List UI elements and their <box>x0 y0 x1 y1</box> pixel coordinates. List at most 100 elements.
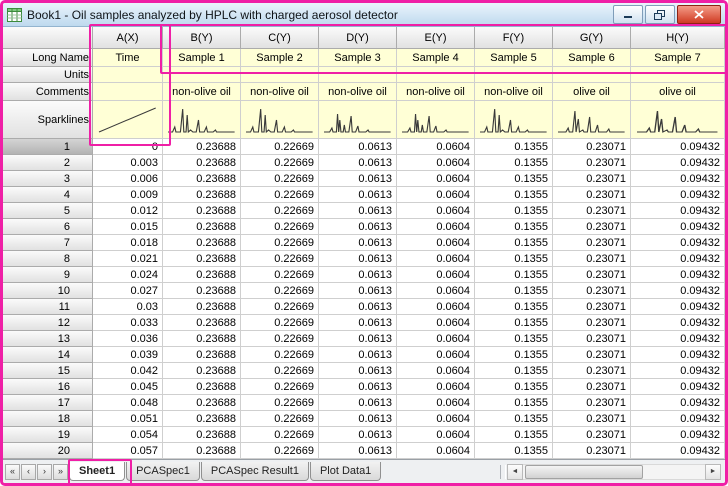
units-cell[interactable] <box>553 67 631 83</box>
data-cell[interactable]: 0.22669 <box>241 139 319 155</box>
data-cell[interactable]: 0.22669 <box>241 235 319 251</box>
tab-scrollbar-splitter[interactable] <box>500 464 506 479</box>
row-header[interactable]: 4 <box>3 187 93 203</box>
data-cell[interactable]: 0.23688 <box>163 283 241 299</box>
data-cell[interactable]: 0.09432 <box>631 139 725 155</box>
data-cell[interactable]: 0.22669 <box>241 155 319 171</box>
data-cell[interactable]: 0.23688 <box>163 315 241 331</box>
row-header[interactable]: 12 <box>3 315 93 331</box>
data-cell[interactable]: 0.23688 <box>163 411 241 427</box>
data-cell[interactable]: 0.0613 <box>319 379 397 395</box>
data-cell[interactable]: 0.0604 <box>397 347 475 363</box>
sparkline-cell[interactable] <box>631 101 725 139</box>
data-cell[interactable]: 0.23688 <box>163 443 241 459</box>
data-cell[interactable]: 0.0613 <box>319 427 397 443</box>
data-cell[interactable]: 0.23071 <box>553 347 631 363</box>
row-header[interactable]: 6 <box>3 219 93 235</box>
column-header[interactable]: F(Y) <box>475 27 553 49</box>
data-cell[interactable]: 0.1355 <box>475 299 553 315</box>
long-name-cell[interactable]: Sample 1 <box>163 49 241 67</box>
row-header[interactable]: 13 <box>3 331 93 347</box>
scrollbar-track[interactable] <box>523 463 705 480</box>
data-cell[interactable]: 0.0604 <box>397 155 475 171</box>
data-cell[interactable]: 0.0604 <box>397 443 475 459</box>
data-cell[interactable]: 0.23688 <box>163 139 241 155</box>
data-cell[interactable]: 0.0604 <box>397 219 475 235</box>
data-cell[interactable]: 0.23688 <box>163 187 241 203</box>
data-cell[interactable]: 0.003 <box>93 155 163 171</box>
data-cell[interactable]: 0.09432 <box>631 155 725 171</box>
data-cell[interactable]: 0.1355 <box>475 139 553 155</box>
data-cell[interactable]: 0.0613 <box>319 299 397 315</box>
data-cell[interactable]: 0.0613 <box>319 155 397 171</box>
data-cell[interactable]: 0.0604 <box>397 171 475 187</box>
data-cell[interactable]: 0.09432 <box>631 187 725 203</box>
data-cell[interactable]: 0.23071 <box>553 187 631 203</box>
data-cell[interactable]: 0.22669 <box>241 171 319 187</box>
column-header[interactable]: D(Y) <box>319 27 397 49</box>
data-cell[interactable]: 0.23688 <box>163 363 241 379</box>
data-cell[interactable]: 0.0604 <box>397 411 475 427</box>
data-cell[interactable]: 0.23071 <box>553 299 631 315</box>
data-cell[interactable]: 0.23071 <box>553 155 631 171</box>
data-cell[interactable]: 0.09432 <box>631 379 725 395</box>
row-header[interactable]: 5 <box>3 203 93 219</box>
comments-cell[interactable]: non-olive oil <box>397 83 475 101</box>
data-cell[interactable]: 0.018 <box>93 235 163 251</box>
restore-button[interactable] <box>645 5 675 24</box>
sheet-tab-plot-data1[interactable]: Plot Data1 <box>309 462 382 481</box>
row-header[interactable]: 17 <box>3 395 93 411</box>
data-cell[interactable]: 0.1355 <box>475 443 553 459</box>
row-header[interactable]: 2 <box>3 155 93 171</box>
row-header[interactable]: 1 <box>3 139 93 155</box>
column-header[interactable]: H(Y) <box>631 27 725 49</box>
row-label[interactable]: Long Name <box>3 49 93 67</box>
data-cell[interactable]: 0.09432 <box>631 203 725 219</box>
sparkline-cell[interactable] <box>163 101 241 139</box>
column-header[interactable]: G(Y) <box>553 27 631 49</box>
data-cell[interactable]: 0.22669 <box>241 203 319 219</box>
data-cell[interactable]: 0.006 <box>93 171 163 187</box>
data-cell[interactable]: 0.23071 <box>553 171 631 187</box>
data-cell[interactable]: 0.0613 <box>319 347 397 363</box>
data-cell[interactable]: 0.09432 <box>631 427 725 443</box>
long-name-cell[interactable]: Sample 4 <box>397 49 475 67</box>
comments-cell[interactable]: non-olive oil <box>475 83 553 101</box>
data-cell[interactable]: 0.015 <box>93 219 163 235</box>
data-cell[interactable]: 0.0604 <box>397 187 475 203</box>
data-cell[interactable]: 0.0604 <box>397 315 475 331</box>
data-cell[interactable]: 0.22669 <box>241 427 319 443</box>
data-cell[interactable]: 0.0613 <box>319 171 397 187</box>
column-header[interactable]: B(Y) <box>163 27 241 49</box>
units-cell[interactable] <box>397 67 475 83</box>
data-cell[interactable]: 0.036 <box>93 331 163 347</box>
data-cell[interactable]: 0.22669 <box>241 315 319 331</box>
comments-cell[interactable]: non-olive oil <box>319 83 397 101</box>
data-cell[interactable]: 0.23071 <box>553 443 631 459</box>
long-name-cell[interactable]: Time <box>93 49 163 67</box>
data-cell[interactable]: 0.0604 <box>397 379 475 395</box>
row-label[interactable]: Sparklines <box>3 101 93 139</box>
data-cell[interactable]: 0.23688 <box>163 299 241 315</box>
data-cell[interactable]: 0.23071 <box>553 331 631 347</box>
data-cell[interactable]: 0.0613 <box>319 251 397 267</box>
scroll-right-icon[interactable]: ► <box>705 463 721 480</box>
data-cell[interactable]: 0.042 <box>93 363 163 379</box>
units-cell[interactable] <box>319 67 397 83</box>
units-cell[interactable] <box>475 67 553 83</box>
data-cell[interactable]: 0.1355 <box>475 331 553 347</box>
data-cell[interactable]: 0.1355 <box>475 251 553 267</box>
comments-cell[interactable]: olive oil <box>553 83 631 101</box>
data-cell[interactable]: 0.012 <box>93 203 163 219</box>
scroll-left-icon[interactable]: ◄ <box>507 463 523 480</box>
data-cell[interactable]: 0.0613 <box>319 267 397 283</box>
sparkline-cell[interactable] <box>93 101 163 139</box>
sheet-nav-next-icon[interactable]: › <box>37 463 52 480</box>
column-header[interactable]: C(Y) <box>241 27 319 49</box>
data-cell[interactable]: 0.23688 <box>163 395 241 411</box>
data-cell[interactable]: 0.23071 <box>553 315 631 331</box>
data-cell[interactable]: 0.23071 <box>553 379 631 395</box>
data-cell[interactable]: 0.23071 <box>553 363 631 379</box>
column-header[interactable]: E(Y) <box>397 27 475 49</box>
data-cell[interactable]: 0.051 <box>93 411 163 427</box>
